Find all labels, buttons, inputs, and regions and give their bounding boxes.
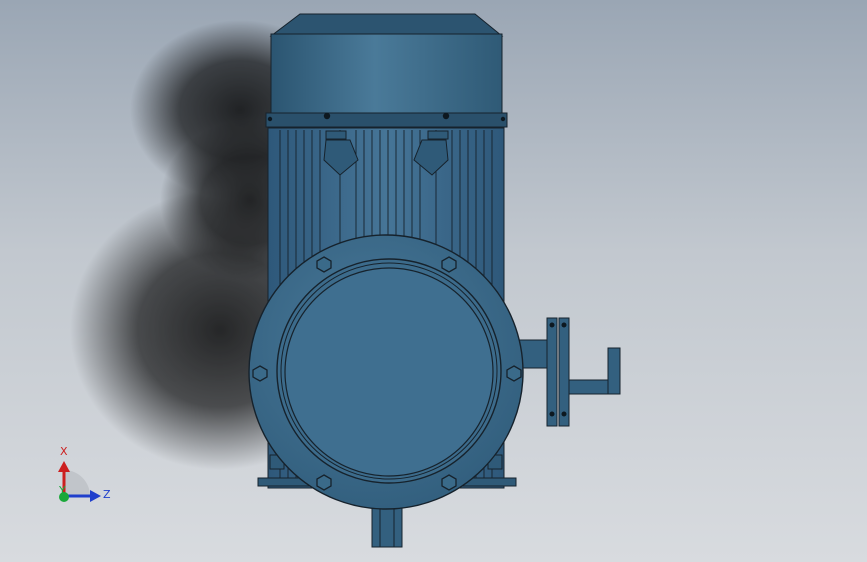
z-axis-label: Z <box>103 488 111 501</box>
pump-flange[interactable] <box>248 234 524 510</box>
model-canvas[interactable]: X Y Z <box>0 0 867 562</box>
x-axis-arrow <box>58 461 70 472</box>
triad-arc <box>64 470 90 496</box>
y-axis-label: Y <box>58 484 66 497</box>
cad-viewport[interactable]: X Y Z <box>0 0 867 562</box>
x-axis-label: X <box>60 445 68 458</box>
z-axis-arrow <box>90 490 101 502</box>
outlet-pipe[interactable] <box>371 504 403 548</box>
orientation-triad[interactable]: X Y Z <box>58 445 111 502</box>
fan-cover[interactable] <box>265 13 508 129</box>
side-inlet-pipe[interactable] <box>517 317 621 427</box>
